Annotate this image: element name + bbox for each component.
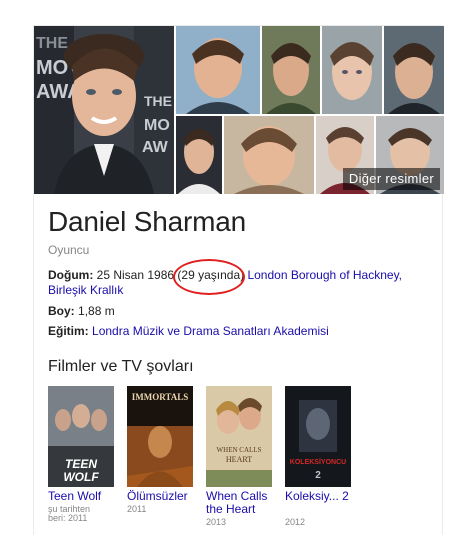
thumbnail-photo[interactable] (384, 26, 444, 114)
birthplace-link[interactable]: London Borough of Hackney, (247, 268, 402, 282)
film-poster[interactable]: IMMORTALS (127, 386, 193, 487)
film-meta: 2011 (127, 504, 147, 514)
fact-height: Boy: 1,88 m (48, 304, 433, 319)
films-section-title: Filmler ve TV şovları (48, 358, 194, 375)
more-images-button[interactable]: Diğer resimler (342, 168, 440, 190)
fact-birth-label: Doğum: (48, 268, 94, 282)
svg-text:IMMORTALS: IMMORTALS (132, 392, 189, 402)
thumbnail-photo[interactable] (176, 26, 260, 114)
film-meta: 2012 (285, 517, 306, 527)
image-mosaic[interactable]: THE MOV AWA THE MO AW Diğer resimler (34, 26, 444, 194)
thumbnail-photo[interactable] (262, 26, 320, 114)
svg-text:2: 2 (315, 470, 321, 481)
main-photo[interactable]: THE MOV AWA THE MO AW (34, 26, 174, 194)
film-poster[interactable]: TEEN WOLF (48, 386, 114, 487)
svg-text:AW: AW (142, 139, 169, 156)
thumbnail-photo[interactable] (224, 116, 314, 194)
entity-name: Daniel Sharman (48, 206, 246, 237)
film-title-link[interactable]: When Calls the Heart (206, 490, 286, 516)
thumbnail-photo[interactable] (176, 116, 222, 194)
film-meta: beri: 2011 (48, 513, 88, 523)
knowledge-panel: THE MOV AWA THE MO AW Diğer resimler Dan… (33, 25, 444, 535)
svg-text:HEART: HEART (226, 455, 252, 464)
annotation-circle (173, 259, 245, 295)
film-title-link[interactable]: Koleksiy... 2 (285, 490, 365, 503)
svg-text:THE: THE (36, 35, 68, 52)
fact-birth-date: 25 Nisan 1986 (96, 268, 175, 282)
fact-education: Eğitim: Londra Müzik ve Drama Sanatları … (48, 324, 433, 339)
svg-text:WOLF: WOLF (63, 470, 99, 484)
film-poster[interactable]: WHEN CALLS HEART (206, 386, 272, 487)
birth-country-link[interactable]: Birleşik Krallık (48, 283, 123, 297)
fact-height-label: Boy: (48, 304, 75, 318)
svg-text:TEEN: TEEN (65, 457, 97, 471)
fact-education-label: Eğitim: (48, 324, 89, 338)
svg-text:MO: MO (144, 117, 170, 134)
svg-text:WHEN CALLS: WHEN CALLS (217, 446, 262, 454)
film-title-link[interactable]: Ölümsüzler (127, 490, 207, 503)
entity-subtitle: Oyuncu (48, 243, 90, 257)
film-poster[interactable]: KOLEKSİYONCU 2 (285, 386, 351, 487)
svg-text:KOLEKSİYONCU: KOLEKSİYONCU (290, 458, 346, 466)
thumbnail-photo[interactable] (322, 26, 382, 114)
education-link[interactable]: Londra Müzik ve Drama Sanatları Akademis… (92, 324, 329, 338)
svg-text:THE: THE (144, 93, 172, 109)
fact-height-value: 1,88 m (78, 304, 115, 318)
film-meta: 2013 (206, 517, 227, 527)
film-title-link[interactable]: Teen Wolf (48, 490, 128, 503)
